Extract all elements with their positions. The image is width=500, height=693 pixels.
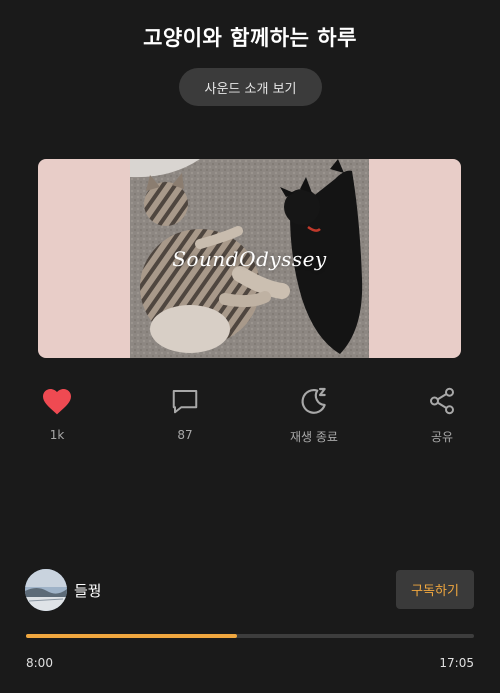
channel-info: 들꿩: [25, 569, 102, 611]
media-thumbnail[interactable]: SoundOdyssey: [38, 159, 461, 358]
share-label: 공유: [430, 430, 454, 444]
like-button[interactable]: 1k: [17, 384, 97, 442]
action-bar: 1k 87 재생 종료 공유: [0, 384, 500, 454]
comment-count: 87: [177, 428, 193, 442]
page-title: 고양이와 함께하는 하루: [143, 26, 357, 50]
like-count: 1k: [49, 428, 65, 442]
sound-intro-button[interactable]: 사운드 소개 보기: [179, 68, 322, 106]
share-button[interactable]: 공유: [402, 384, 482, 445]
avatar[interactable]: [25, 569, 67, 611]
total-time: 17:05: [439, 656, 474, 670]
sleep-timer-label: 재생 종료: [290, 430, 338, 444]
comment-button[interactable]: 87: [145, 384, 225, 442]
sleep-timer-button[interactable]: 재생 종료: [274, 384, 354, 445]
moon-icon: [274, 384, 354, 418]
heart-icon: [17, 384, 97, 418]
channel-name[interactable]: 들꿩: [74, 580, 102, 601]
progress-fill: [26, 634, 237, 638]
cat-photo: SoundOdyssey: [130, 159, 369, 358]
player-screen: 고양이와 함께하는 하루 사운드 소개 보기 SoundOdyssey 1k 8…: [0, 0, 500, 693]
progress-bar[interactable]: [26, 634, 474, 638]
subscribe-button[interactable]: 구독하기: [396, 570, 474, 609]
elapsed-time: 8:00: [26, 656, 53, 670]
watermark-text: SoundOdyssey: [172, 247, 327, 271]
comment-icon: [145, 384, 225, 418]
share-icon: [402, 384, 482, 418]
